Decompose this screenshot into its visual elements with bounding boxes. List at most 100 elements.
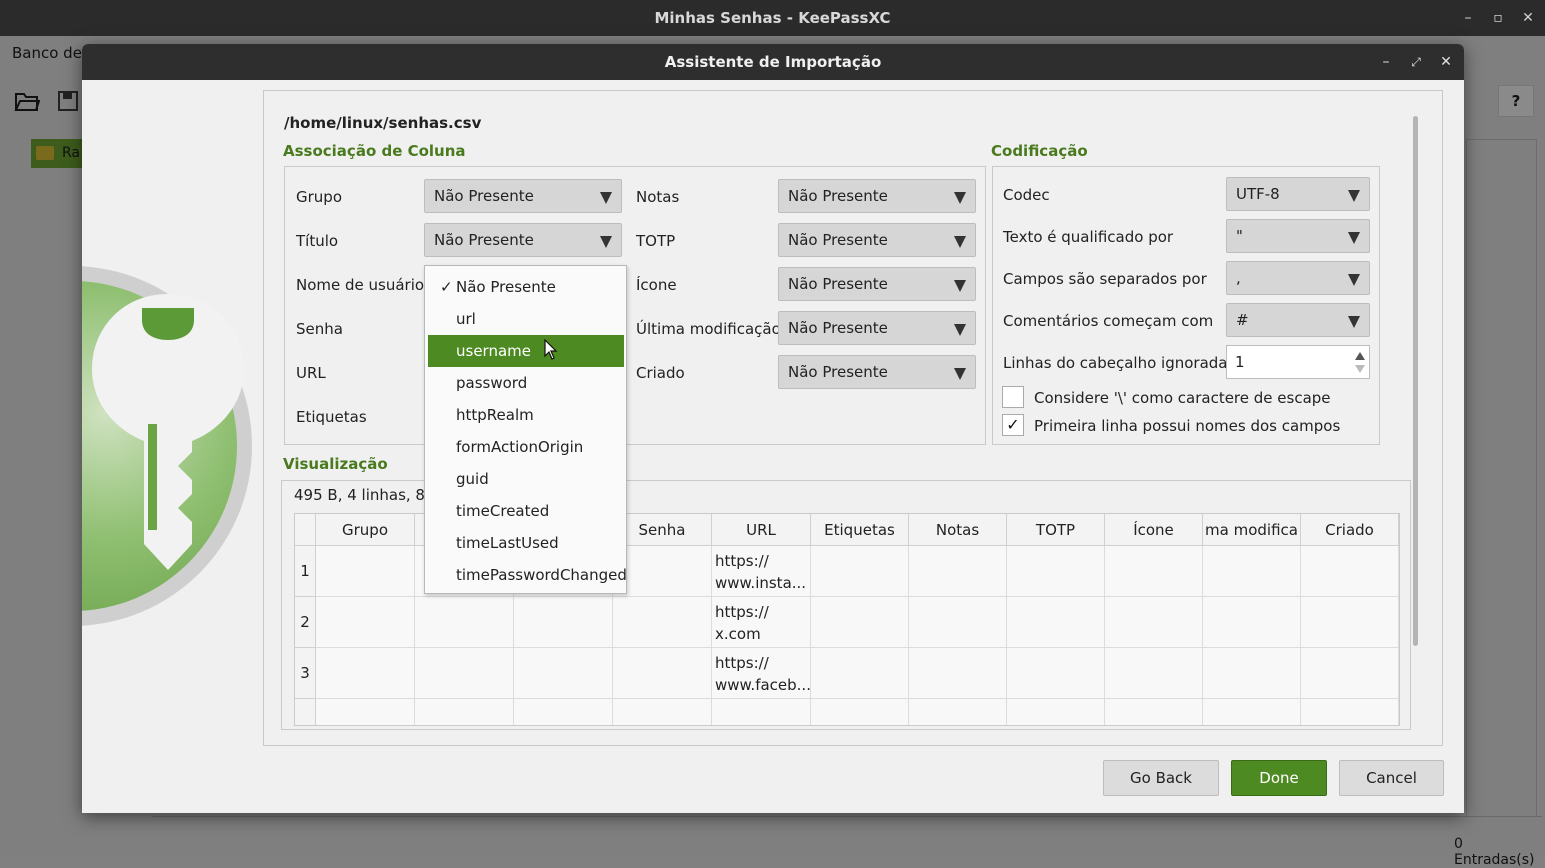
table-cell-url: https:// x.com: [712, 597, 811, 648]
table-cell: [1105, 648, 1203, 699]
dialog-maximize-button[interactable]: ⤢: [1406, 52, 1426, 72]
row-header: [295, 699, 316, 725]
table-cell: [1301, 597, 1399, 648]
table-cell: [811, 546, 909, 597]
help-button[interactable]: ?: [1498, 85, 1534, 117]
first-line-header-checkbox[interactable]: ✓: [1002, 414, 1024, 436]
main-maximize-button[interactable]: ▫: [1488, 8, 1508, 28]
chevron-down-icon: [600, 192, 612, 204]
check-icon: ✓: [440, 278, 453, 296]
table-cell: [316, 597, 415, 648]
table-cell: [1105, 597, 1203, 648]
row-header: 3: [295, 648, 316, 699]
table-cell: [613, 597, 712, 648]
dropdown-option-password[interactable]: password: [428, 367, 624, 399]
header-lines-spinbox[interactable]: 1: [1226, 345, 1370, 379]
codec-label: Codec: [1003, 186, 1050, 204]
save-icon[interactable]: [57, 90, 79, 116]
group-tree-root-label: Ra: [62, 145, 80, 161]
dialog-title: Assistente de Importação: [664, 53, 882, 71]
dropdown-option-guid[interactable]: guid: [428, 463, 624, 495]
codec-combo[interactable]: UTF-8: [1226, 177, 1370, 211]
table-cell: [415, 699, 514, 725]
table-cell: [1203, 546, 1301, 597]
table-cell-url: https:// www.faceb...: [712, 648, 811, 699]
table-cell: [514, 648, 613, 699]
table-cell: [1301, 546, 1399, 597]
table-header-icon[interactable]: Ícone: [1105, 514, 1203, 546]
entry-panel: [1466, 139, 1537, 817]
dropdown-option-url[interactable]: url: [428, 303, 624, 335]
spin-down-icon[interactable]: [1355, 365, 1365, 373]
mouse-cursor-icon: [544, 338, 558, 365]
vertical-scrollbar[interactable]: [1413, 116, 1418, 646]
encoding-title: Codificação: [991, 142, 1088, 160]
title-combo[interactable]: Não Presente: [424, 223, 622, 257]
group-label: Grupo: [296, 188, 342, 206]
dropdown-option-username[interactable]: username: [428, 335, 624, 367]
totp-combo[interactable]: Não Presente: [778, 223, 976, 257]
spin-up-icon[interactable]: [1355, 352, 1365, 360]
file-path: /home/linux/senhas.csv: [284, 114, 482, 132]
text-qualifier-combo[interactable]: ": [1226, 219, 1370, 253]
main-minimize-button[interactable]: –: [1458, 8, 1478, 28]
table-cell: [1007, 597, 1105, 648]
comment-prefix-combo[interactable]: #: [1226, 303, 1370, 337]
dropdown-option-timelastused[interactable]: timeLastUsed: [428, 527, 624, 559]
table-header-tags[interactable]: Etiquetas: [811, 514, 909, 546]
icon-combo[interactable]: Não Presente: [778, 267, 976, 301]
comment-prefix-value: #: [1236, 311, 1249, 329]
table-header-group[interactable]: Grupo: [316, 514, 415, 546]
table-cell: [316, 699, 415, 725]
created-combo[interactable]: Não Presente: [778, 355, 976, 389]
username-label: Nome de usuário: [296, 276, 425, 294]
table-header-created[interactable]: Criado: [1301, 514, 1399, 546]
table-cell: [613, 648, 712, 699]
table-cell: [514, 597, 613, 648]
done-button[interactable]: Done: [1231, 760, 1327, 796]
chevron-down-icon: [600, 236, 612, 248]
dropdown-option-not-present[interactable]: ✓ Não Presente: [428, 271, 624, 303]
last-modified-combo-value: Não Presente: [788, 319, 888, 337]
icon-combo-value: Não Presente: [788, 275, 888, 293]
url-line: https://: [715, 552, 769, 570]
dropdown-option-httprealm[interactable]: httpRealm: [428, 399, 624, 431]
dropdown-option-timecreated[interactable]: timeCreated: [428, 495, 624, 527]
import-wizard-dialog: Assistente de Importação – ⤢ ✕ /home/lin…: [82, 44, 1464, 813]
field-separator-combo[interactable]: ,: [1226, 261, 1370, 295]
option-label: timePasswordChanged: [456, 566, 627, 584]
table-cell: [1203, 648, 1301, 699]
go-back-button[interactable]: Go Back: [1103, 760, 1219, 796]
chevron-down-icon: [954, 368, 966, 380]
dropdown-option-formactionorigin[interactable]: formActionOrigin: [428, 431, 624, 463]
escape-checkbox[interactable]: [1002, 386, 1024, 408]
table-header-notes[interactable]: Notas: [909, 514, 1007, 546]
open-folder-icon[interactable]: [14, 90, 41, 116]
menu-database[interactable]: Banco de: [12, 44, 82, 62]
option-label: guid: [456, 470, 489, 488]
text-qualifier-value: ": [1236, 227, 1243, 245]
dialog-close-button[interactable]: ✕: [1436, 52, 1456, 72]
table-corner: [295, 514, 316, 546]
notes-combo[interactable]: Não Presente: [778, 179, 976, 213]
group-combo[interactable]: Não Presente: [424, 179, 622, 213]
main-close-button[interactable]: ✕: [1518, 8, 1538, 28]
dropdown-option-timepasswordchanged[interactable]: timePasswordChanged: [428, 559, 627, 591]
url-line: https://: [715, 654, 769, 672]
last-modified-combo[interactable]: Não Presente: [778, 311, 976, 345]
password-label: Senha: [296, 320, 343, 338]
table-cell: [1105, 546, 1203, 597]
dialog-minimize-button[interactable]: –: [1376, 52, 1396, 72]
icon-label: Ícone: [636, 276, 677, 294]
escape-checkbox-label: Considere '\' como caractere de escape: [1034, 389, 1331, 407]
title-label: Título: [296, 232, 339, 250]
table-cell: [1203, 597, 1301, 648]
url-line: https://: [715, 603, 769, 621]
table-header-url[interactable]: URL: [712, 514, 811, 546]
table-header-last-modified[interactable]: ma modifica: [1203, 514, 1301, 546]
table-header-totp[interactable]: TOTP: [1007, 514, 1105, 546]
url-line: www.faceb...: [715, 676, 811, 694]
table-cell: [909, 546, 1007, 597]
table-header-password[interactable]: Senha: [613, 514, 712, 546]
cancel-button[interactable]: Cancel: [1339, 760, 1444, 796]
